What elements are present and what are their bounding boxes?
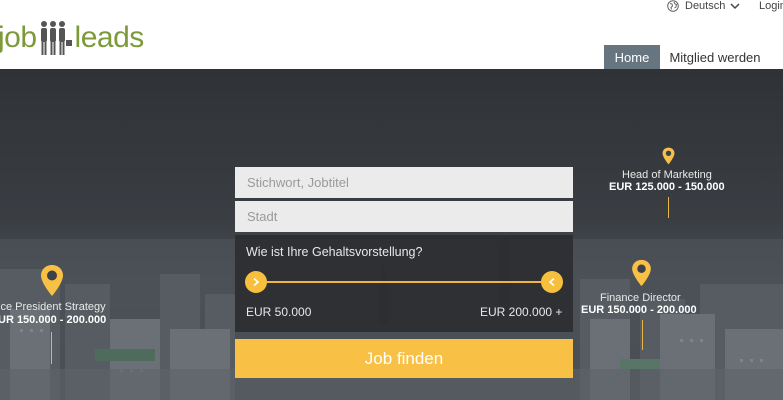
chevron-down-icon — [730, 3, 740, 10]
login-link[interactable]: Login — [759, 0, 783, 12]
salary-min-label: EUR 50.000 — [246, 305, 312, 319]
salary-max-label: EUR 200.000 + — [480, 305, 563, 319]
salary-min-handle[interactable] — [245, 271, 267, 293]
logo-text-job: job — [0, 21, 37, 54]
pin-connector-line — [642, 320, 643, 350]
language-label: Deutsch — [685, 0, 726, 12]
pin-job-title: Finance Director — [600, 292, 681, 304]
chevron-left-icon — [548, 277, 555, 287]
globe-icon — [667, 0, 679, 12]
salary-max-handle[interactable] — [541, 271, 563, 293]
pin-connector-line — [51, 332, 52, 364]
nav-home[interactable]: Home — [604, 45, 660, 69]
salary-question-label: Wie ist Ihre Gehaltsvorstellung? — [246, 245, 423, 259]
logo-people-icon — [39, 20, 73, 56]
chevron-right-icon — [253, 277, 260, 287]
map-pin-icon — [662, 147, 675, 165]
language-selector[interactable]: Deutsch — [667, 0, 740, 12]
site-header: job leads Deutsch Login Home Mitglied we… — [0, 0, 783, 69]
pin-salary-range: EUR 125.000 - 150.000 — [609, 181, 725, 193]
salary-slider-track[interactable] — [256, 281, 552, 283]
nav-become-member[interactable]: Mitglied werden — [660, 45, 770, 69]
jobleads-logo[interactable]: job leads — [0, 18, 144, 58]
pin-job-title: Head of Marketing — [622, 169, 712, 181]
keyword-input[interactable]: Stichwort, Jobtitel — [235, 167, 573, 198]
pin-salary-range: UR 150.000 - 200.000 — [0, 314, 107, 326]
find-job-button[interactable]: Job finden — [235, 339, 573, 378]
pin-salary-range: EUR 150.000 - 200.000 — [581, 304, 697, 316]
pin-connector-line — [668, 197, 669, 218]
map-pin-icon — [41, 265, 63, 296]
city-input[interactable]: Stadt — [235, 201, 573, 232]
logo-text-leads: leads — [74, 21, 145, 54]
map-pin-icon — [632, 259, 651, 287]
pin-job-title: ice President Strategy — [0, 301, 106, 313]
